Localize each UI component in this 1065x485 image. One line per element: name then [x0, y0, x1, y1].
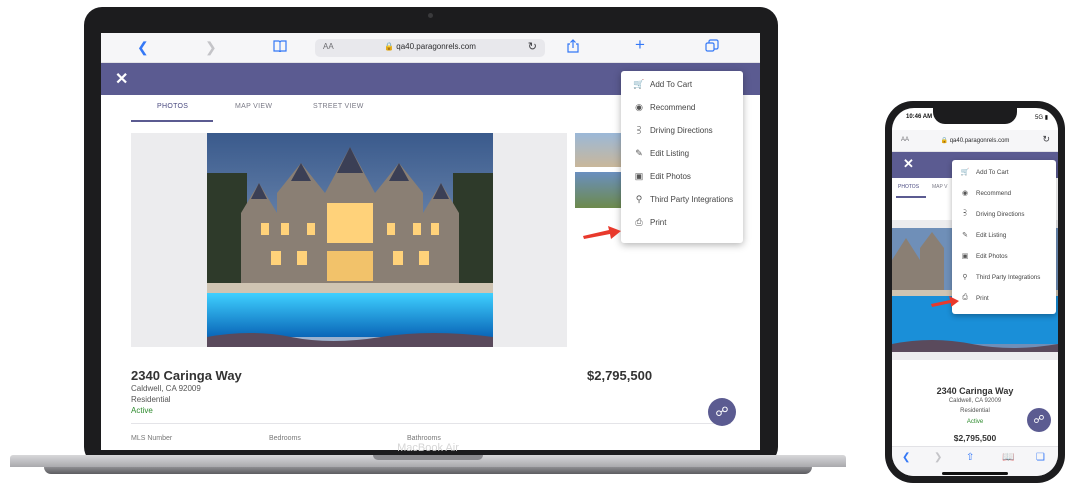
- phone-address-bar[interactable]: AA 🔒 qa40.paragonrels.com ↻: [892, 130, 1058, 152]
- pencil-icon: ✎: [635, 148, 643, 158]
- back-icon[interactable]: ❮: [137, 39, 149, 55]
- url-text: 🔒 qa40.paragonrels.com: [940, 138, 1010, 144]
- phone-notch: [933, 108, 1017, 124]
- tab-map-view[interactable]: MAP V: [932, 184, 947, 190]
- bookmarks-icon[interactable]: [273, 39, 287, 55]
- reload-icon[interactable]: ↻: [528, 40, 537, 53]
- photo-viewer[interactable]: [131, 133, 567, 347]
- menu-item-print[interactable]: ⎙ Print: [952, 290, 1056, 310]
- menu-item-third-party-integrations[interactable]: ⚲ Third Party Integrations: [952, 269, 1056, 289]
- bookmarks-icon[interactable]: 📖: [1002, 452, 1014, 463]
- pointer-arrow: [931, 296, 959, 307]
- tabs-icon[interactable]: [705, 39, 719, 55]
- home-indicator: [942, 472, 1008, 475]
- recommend-icon: ◉: [961, 190, 969, 197]
- menu-item-driving-directions[interactable]: ⫖ Driving Directions: [952, 206, 1056, 226]
- menu-item-edit-photos[interactable]: ▣ Edit Photos: [621, 167, 743, 189]
- listing-price: $2,795,500: [953, 433, 997, 443]
- url-text: 🔒 qa40.paragonrels.com: [384, 42, 476, 51]
- forward-icon[interactable]: ❯: [205, 39, 217, 55]
- menu-item-driving-directions[interactable]: ⫖ Driving Directions: [621, 121, 743, 143]
- menu-item-recommend[interactable]: ◉ Recommend: [952, 185, 1056, 205]
- integrations-icon: ⚲: [962, 274, 968, 281]
- camera: [428, 13, 433, 18]
- menu-item-add-to-cart[interactable]: 🛒 Add To Cart: [621, 75, 743, 97]
- menu-item-edit-photos[interactable]: ▣ Edit Photos: [952, 248, 1056, 268]
- share-nodes-icon: ☍: [715, 404, 729, 419]
- back-icon[interactable]: ❮: [902, 452, 910, 463]
- menu-item-third-party-integrations[interactable]: ⚲ Third Party Integrations: [621, 190, 743, 212]
- share-icon[interactable]: ⇧: [966, 452, 974, 463]
- close-icon[interactable]: ✕: [115, 69, 128, 89]
- listing-city: Caldwell, CA 92009: [131, 384, 201, 393]
- recommend-icon: ◉: [635, 102, 643, 112]
- print-icon: ⎙: [635, 217, 643, 227]
- tab-photos[interactable]: PHOTOS: [157, 103, 188, 110]
- listing-address: 2340 Caringa Way: [131, 368, 242, 383]
- new-tab-icon[interactable]: +: [635, 36, 645, 53]
- listing-actions-menu: 🛒 Add To Cart ◉ Recommend ⫖ Driving Directi…: [952, 160, 1056, 314]
- cart-icon: 🛒: [633, 79, 645, 89]
- integrations-icon: ⚲: [635, 194, 643, 204]
- share-icon[interactable]: [567, 39, 579, 56]
- house-photo: [207, 133, 493, 347]
- share-nodes-icon: ☍: [1033, 414, 1045, 426]
- address-bar[interactable]: AA 🔒 qa40.paragonrels.com ↻: [315, 39, 545, 57]
- status-signal: 5G ▮: [1035, 115, 1048, 121]
- active-tab-indicator: [896, 196, 926, 198]
- divider: [131, 423, 731, 424]
- forward-icon[interactable]: ❯: [934, 452, 942, 463]
- share-fab-button[interactable]: ☍: [708, 398, 736, 426]
- tab-photos[interactable]: PHOTOS: [898, 184, 919, 190]
- pointer-arrow: [583, 226, 621, 239]
- listing-price: $2,795,500: [587, 368, 653, 383]
- menu-item-add-to-cart[interactable]: 🛒 Add To Cart: [952, 164, 1056, 184]
- field-label: Bathrooms: [407, 435, 441, 442]
- listing-type: Residential: [131, 395, 171, 404]
- photo-thumbnail[interactable]: [575, 172, 621, 208]
- menu-item-edit-listing[interactable]: ✎ Edit Listing: [952, 227, 1056, 247]
- pencil-icon: ✎: [962, 232, 968, 239]
- listing-city: Caldwell, CA 92009: [948, 398, 1002, 404]
- photo-icon: ▣: [634, 171, 644, 181]
- photo-thumbnail[interactable]: [575, 133, 621, 167]
- tabs-icon[interactable]: ❏: [1036, 452, 1045, 463]
- phone-device: 10:46 AM 5G ▮ AA 🔒 qa40.paragonrels.com …: [885, 101, 1065, 483]
- view-tabs: PHOTOS MAP VIEW STREET VIEW: [131, 99, 461, 122]
- menu-item-edit-listing[interactable]: ✎ Edit Listing: [621, 144, 743, 166]
- menu-item-print[interactable]: ⎙ Print: [621, 213, 743, 235]
- close-icon[interactable]: ✕: [903, 156, 914, 172]
- laptop-screen: ❮ ❯ AA 🔒 qa40.paragonrels.com ↻ + ✕ PHOT…: [101, 33, 760, 450]
- safari-toolbar: ❮ ❯ AA 🔒 qa40.paragonrels.com ↻ +: [101, 33, 760, 63]
- menu-item-recommend[interactable]: ◉ Recommend: [621, 98, 743, 120]
- base-bottom: [44, 467, 812, 474]
- share-fab-button[interactable]: ☍: [1027, 408, 1051, 432]
- status-time: 10:46 AM: [906, 114, 933, 120]
- laptop-device: ❮ ❯ AA 🔒 qa40.paragonrels.com ↻ + ✕ PHOT…: [84, 7, 778, 465]
- print-icon: ⎙: [962, 294, 968, 301]
- opening-notch: [373, 455, 483, 460]
- listing-address: 2340 Caringa Way: [936, 386, 1014, 396]
- cart-icon: 🛒: [960, 169, 970, 176]
- directions-icon: ⫖: [963, 210, 967, 217]
- listing-actions-menu: 🛒 Add To Cart ◉ Recommend ⫖ Driving Directi…: [621, 71, 743, 243]
- directions-icon: ⫖: [637, 125, 641, 135]
- tab-map-view[interactable]: MAP VIEW: [235, 103, 272, 110]
- phone-screen: 10:46 AM 5G ▮ AA 🔒 qa40.paragonrels.com …: [892, 108, 1058, 476]
- tab-street-view[interactable]: STREET VIEW: [313, 103, 364, 110]
- field-label: Bedrooms: [269, 435, 301, 442]
- listing-status: Active: [131, 406, 153, 415]
- photo-icon: ▣: [961, 253, 969, 260]
- field-label: MLS Number: [131, 435, 173, 442]
- laptop-base: MacBook Air: [10, 442, 846, 485]
- reload-icon[interactable]: ↻: [1042, 134, 1050, 145]
- laptop-model-label: MacBook Air: [397, 442, 459, 454]
- active-tab-indicator: [131, 120, 213, 122]
